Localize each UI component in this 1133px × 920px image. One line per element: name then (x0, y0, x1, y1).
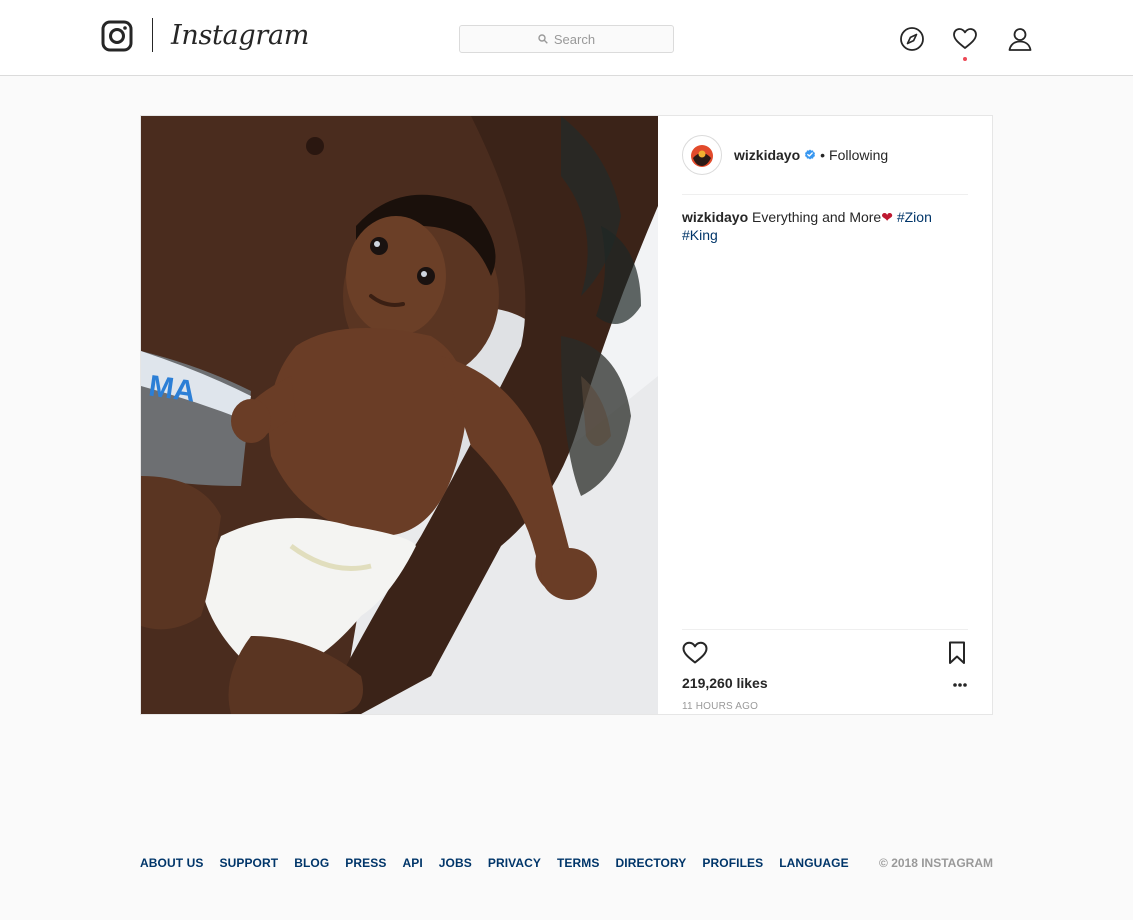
actions-divider (682, 629, 968, 630)
more-options-icon[interactable] (952, 682, 968, 688)
search-placeholder: Search (553, 31, 596, 47)
footer-link-privacy[interactable]: PRIVACY (488, 856, 541, 870)
copyright-text: © 2018 INSTAGRAM (879, 856, 993, 870)
baby-photo-illustration: MA (141, 116, 658, 714)
top-nav: Instagram Search (0, 0, 1133, 76)
heart-emoji: ❤ (881, 209, 893, 225)
footer-link-api[interactable]: API (402, 856, 422, 870)
verified-badge-icon (805, 149, 816, 160)
avatar-logo-icon (684, 137, 720, 173)
like-heart-icon[interactable] (682, 640, 708, 666)
footer-link-blog[interactable]: BLOG (294, 856, 329, 870)
search-input[interactable]: Search (459, 25, 674, 53)
hashtag-link[interactable]: #King (682, 227, 718, 243)
notification-dot (963, 57, 967, 61)
post-caption: wizkidayo Everything and More❤ #Zion #Ki… (682, 208, 968, 244)
post-username[interactable]: wizkidayo (734, 147, 800, 163)
search-icon (538, 34, 548, 44)
post-timestamp[interactable]: 11 hours ago (682, 701, 758, 712)
instagram-logo-icon[interactable] (101, 20, 133, 52)
profile-user-icon[interactable] (1007, 26, 1033, 52)
avatar[interactable] (682, 135, 722, 175)
svg-text:MA: MA (147, 369, 198, 408)
post-photo[interactable]: MA (141, 116, 658, 714)
footer-link-about-us[interactable]: ABOUT US (140, 856, 203, 870)
instagram-wordmark[interactable]: Instagram (171, 16, 309, 56)
post-card: MA wizkidayo • Following wizkidayo Every… (140, 115, 993, 715)
caption-username[interactable]: wizkidayo (682, 209, 748, 225)
post-sidebar: wizkidayo • Following wizkidayo Everythi… (682, 116, 968, 714)
footer-link-profiles[interactable]: PROFILES (702, 856, 763, 870)
footer-link-terms[interactable]: TERMS (557, 856, 600, 870)
footer-link-support[interactable]: SUPPORT (219, 856, 278, 870)
bookmark-icon[interactable] (946, 640, 968, 666)
footer-link-directory[interactable]: DIRECTORY (616, 856, 687, 870)
footer-link-language[interactable]: LANGUAGE (779, 856, 848, 870)
footer-nav: ABOUT US SUPPORT BLOG PRESS API JOBS PRI… (140, 856, 865, 870)
footer-link-press[interactable]: PRESS (345, 856, 386, 870)
logo-divider (152, 18, 153, 52)
caption-text: Everything and More (752, 209, 882, 225)
footer-link-jobs[interactable]: JOBS (439, 856, 472, 870)
explore-compass-icon[interactable] (899, 26, 925, 52)
post-header: wizkidayo • Following (682, 116, 968, 195)
activity-heart-icon[interactable] (952, 26, 978, 52)
following-button[interactable]: Following (829, 147, 888, 163)
likes-count[interactable]: 219,260 likes (682, 675, 768, 691)
hashtag-link[interactable]: #Zion (897, 209, 932, 225)
follow-separator: • (820, 147, 826, 163)
